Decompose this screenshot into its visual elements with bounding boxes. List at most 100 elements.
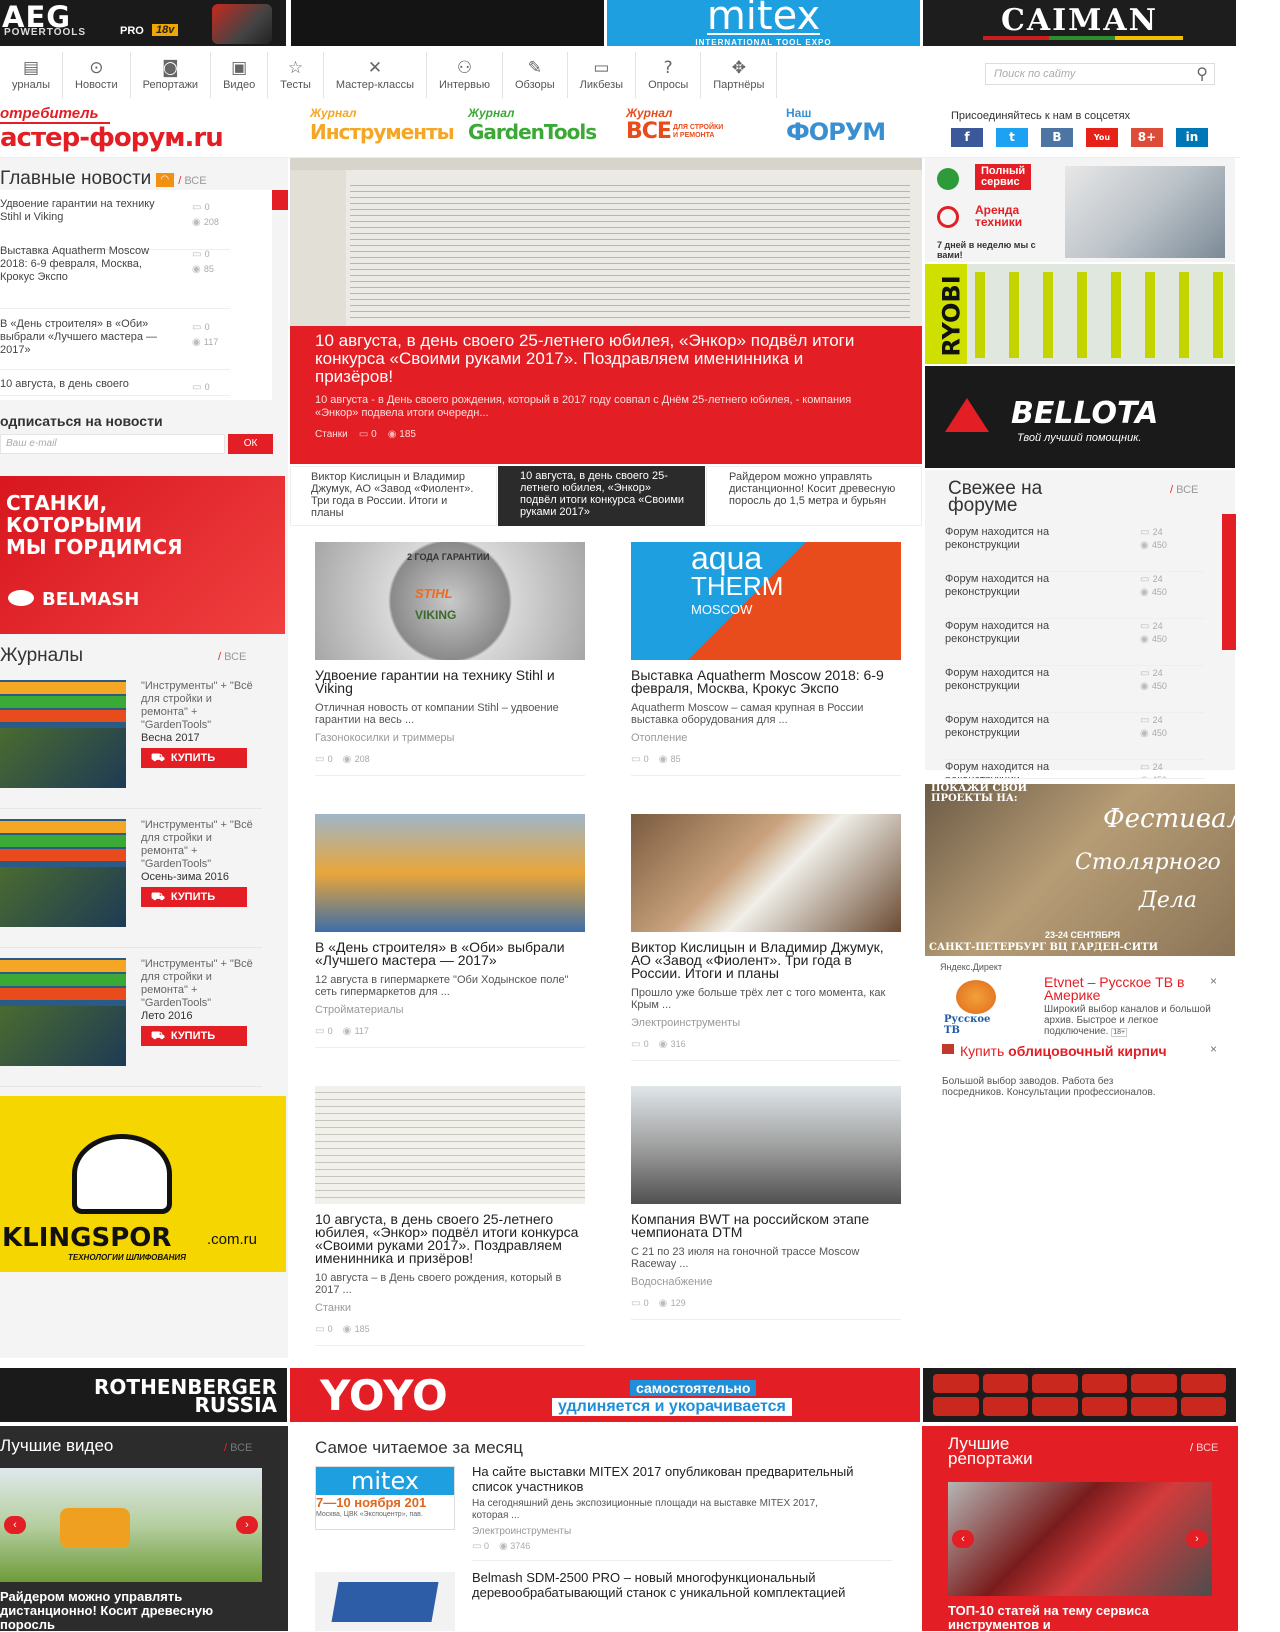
fresh-scrollbar[interactable] [1222, 514, 1236, 650]
article-title[interactable]: Удвоение гарантии на технику Stihl и Vik… [315, 668, 585, 695]
nav-item[interactable]: ✥ Партнёры [701, 52, 778, 98]
forum-item[interactable]: Форум находится на реконструкции ▭ 24◉ 45… [945, 573, 1205, 619]
article-category[interactable]: Газонокосилки и триммеры [315, 732, 585, 744]
ad1-close-icon[interactable]: × [1210, 974, 1217, 988]
bellota-banner[interactable]: BELLOTA Твой лучший помощник. [925, 366, 1235, 468]
video-next-arrow[interactable]: › [236, 1516, 258, 1534]
article-category[interactable]: Стройматериалы [315, 1004, 585, 1016]
caiman-banner[interactable]: CAIMAN [923, 0, 1236, 46]
mitex-banner[interactable]: mitex INTERNATIONAL TOOL EXPO [607, 0, 920, 46]
forum-item[interactable]: Форум находится на реконструкции ▭ 24◉ 45… [945, 667, 1205, 713]
article-image[interactable]: STIHL VIKING 2 ГОДА ГАРАНТИИ [315, 542, 585, 660]
magazine-gardentools[interactable]: Журнал GardenTools [468, 106, 597, 144]
main-news-all[interactable]: / ВСЕ [178, 175, 206, 187]
fresh-all[interactable]: / ВСЕ [1170, 484, 1198, 496]
report-image[interactable] [948, 1482, 1212, 1596]
magazine-instrumenty[interactable]: Журнал Инструменты [310, 106, 455, 144]
etvnet-logo[interactable]: Русское ТВ [944, 980, 1006, 1036]
linkedin-icon[interactable]: in [1176, 128, 1208, 147]
forum-item-title[interactable]: Форум находится на реконструкции [945, 573, 1105, 599]
article-image[interactable] [631, 814, 901, 932]
article-category[interactable]: Электроинструменты [631, 1017, 901, 1029]
news-item-title[interactable]: Выставка Aquatherm Moscow 2018: 6-9 февр… [0, 245, 160, 284]
forum-item-title[interactable]: Форум находится на реконструкции [945, 761, 1105, 778]
buy-button[interactable]: ⛟ КУПИТЬ [141, 748, 247, 768]
dark-banner[interactable] [291, 0, 604, 46]
buy-button[interactable]: ⛟ КУПИТЬ [141, 1026, 247, 1046]
ad2-close-icon[interactable]: × [1210, 1042, 1217, 1056]
hero-panel[interactable]: 10 августа, в день своего 25-летнего юби… [290, 326, 922, 464]
most-read-item-2-title[interactable]: Belmash SDM-2500 PRO – новый многофункци… [472, 1570, 892, 1600]
article-category[interactable]: Отопление [631, 732, 901, 744]
slider-tab-2[interactable]: 10 августа, в день своего 25-летнего юби… [498, 466, 705, 526]
article-title[interactable]: 10 августа, в день своего 25-летнего юби… [315, 1212, 585, 1265]
twitter-icon[interactable]: t [996, 128, 1028, 147]
slider-tab-3[interactable]: Райдером можно управлять дистанционно! К… [706, 466, 922, 526]
site-logo[interactable]: отребитель астер-форум.ru [0, 106, 285, 156]
news-item[interactable]: В «День строителя» в «Оби» выбрали «Лучш… [0, 318, 230, 370]
journal-cover[interactable] [0, 680, 126, 788]
report-next-arrow[interactable]: › [1186, 1530, 1208, 1548]
article-image[interactable] [315, 814, 585, 932]
nav-item[interactable]: ◙ Репортажи [131, 52, 212, 98]
news-item-title[interactable]: В «День строителя» в «Оби» выбрали «Лучш… [0, 318, 160, 357]
article-title[interactable]: Виктор Кислицын и Владимир Джумук, АО «З… [631, 940, 901, 980]
news-item-title[interactable]: 10 августа, в день своего [0, 378, 160, 391]
search-input[interactable]: Поиск по сайту ⚲ [985, 63, 1215, 85]
service-banner[interactable]: Полный сервис Аренда техники 7 дней в не… [925, 158, 1235, 262]
journal-cover[interactable] [0, 819, 126, 927]
ad2-title[interactable]: Купить [960, 1043, 1004, 1059]
magazine-vse[interactable]: Журнал ВСЕ ДЛЯ СТРОЙКИ И РЕМОНТА [626, 106, 727, 144]
nav-item[interactable]: ▣ Видео [211, 52, 269, 98]
nav-item[interactable]: ▭ Ликбезы [568, 52, 637, 98]
vk-icon[interactable]: B [1041, 128, 1073, 147]
news-item-title[interactable]: Удвоение гарантии на технику Stihl и Vik… [0, 198, 160, 224]
video-image[interactable] [0, 1468, 262, 1582]
forum-item[interactable]: Форум находится на реконструкции ▭ 24◉ 45… [945, 620, 1205, 666]
forum-item[interactable]: Форум находится на реконструкции ▭ 24◉ 45… [945, 761, 1205, 779]
ad2-bold[interactable]: облицовочный кирпич [1008, 1043, 1167, 1059]
most-read-img-2[interactable] [315, 1572, 455, 1631]
best-reports-all[interactable]: / ВСЕ [1190, 1442, 1218, 1454]
nav-item[interactable]: ⚇ Интервью [427, 52, 503, 98]
article-image[interactable] [631, 1086, 901, 1204]
yoyo-banner[interactable]: YOYO самостоятельно удлиняется и укорачи… [290, 1368, 920, 1422]
article-title[interactable]: Компания BWT на российском этапе чемпион… [631, 1212, 901, 1239]
most-read-img-1[interactable]: mitex 7—10 ноября 201 Москва, ЦВК «Экспо… [315, 1466, 455, 1530]
forum-item-title[interactable]: Форум находится на реконструкции [945, 667, 1105, 693]
nav-item[interactable]: ▤ урналы [0, 52, 64, 98]
video-prev-arrow[interactable]: ‹ [4, 1516, 26, 1534]
ad1-title[interactable]: Etvnet – Русское ТВ в Америке [1044, 975, 1194, 1002]
nav-item[interactable]: ✎ Обзоры [503, 52, 568, 98]
gplus-icon[interactable]: 8+ [1131, 128, 1163, 147]
nav-item[interactable]: ⊙ Новости [63, 52, 131, 98]
klingspor-banner[interactable]: KLINGSPOR .com.ru ТЕХНОЛОГИИ ШЛИФОВАНИЯ [0, 1096, 286, 1272]
festival-banner[interactable]: ПОКАЖИ СВОИ ПРОЕКТЫ НА: Фестиваль Столяр… [925, 784, 1235, 956]
most-read-item-1[interactable]: На сайте выставки MITEX 2017 опубликован… [472, 1464, 892, 1561]
article-image[interactable]: aqua THERM MOSCOW [631, 542, 901, 660]
best-video-caption[interactable]: Райдером можно управлять дистанционно! К… [0, 1590, 262, 1632]
forum-item-title[interactable]: Форум находится на реконструкции [945, 620, 1105, 646]
best-reports-caption[interactable]: ТОП-10 статей на тему сервиса инструмент… [948, 1604, 1198, 1632]
ryobi-banner[interactable]: RYOBI [925, 264, 1235, 364]
article-category[interactable]: Водоснабжение [631, 1276, 901, 1288]
forum-item-title[interactable]: Форум находится на реконструкции [945, 714, 1105, 740]
news-item[interactable]: Удвоение гарантии на технику Stihl и Vik… [0, 198, 230, 250]
youtube-icon[interactable]: You [1086, 128, 1118, 147]
report-prev-arrow[interactable]: ‹ [952, 1530, 974, 1548]
news-item[interactable]: 10 августа, в день своего ▭ 0 [0, 378, 230, 396]
nav-item[interactable]: ☆ Тесты [268, 52, 324, 98]
article-image[interactable] [315, 1086, 585, 1204]
journals-all[interactable]: / ВСЕ [218, 651, 246, 663]
forum-item-title[interactable]: Форум находится на реконструкции [945, 526, 1105, 552]
nav-item[interactable]: ? Опросы [636, 52, 702, 98]
aeg-banner[interactable]: AEG POWERTOOLS PRO 18v [0, 0, 286, 46]
journal-cover[interactable] [0, 958, 126, 1066]
most-read-item-cat[interactable]: Электроинструменты [472, 1526, 892, 1537]
forum-item[interactable]: Форум находится на реконструкции ▭ 24◉ 45… [945, 714, 1205, 760]
news-scrollbar[interactable] [272, 190, 288, 210]
subscribe-ok-button[interactable]: ОК [228, 434, 273, 454]
search-icon[interactable]: ⚲ [1196, 64, 1208, 83]
article-title[interactable]: Выставка Aquatherm Moscow 2018: 6-9 февр… [631, 668, 901, 695]
forum-link[interactable]: Наш ФОРУМ [786, 106, 886, 144]
